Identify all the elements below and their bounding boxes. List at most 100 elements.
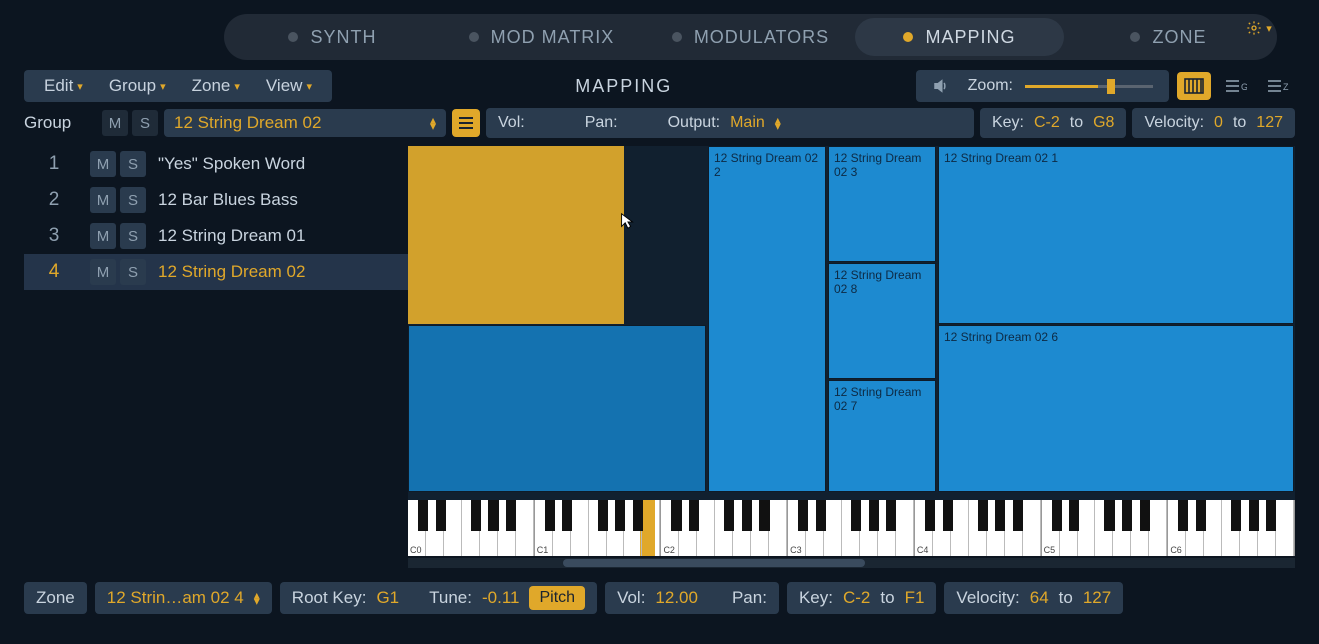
- group-output-value[interactable]: Main: [730, 114, 765, 132]
- dot-icon: [1130, 32, 1140, 42]
- group-selector[interactable]: 12 String Dream 02 ▴▾: [164, 109, 446, 137]
- zone-region[interactable]: 12 String Dream 02 3: [828, 146, 936, 262]
- to-label: to: [1233, 114, 1246, 132]
- zone-region[interactable]: 12 String Dream 02 1: [938, 146, 1294, 324]
- octave[interactable]: C1: [535, 500, 662, 556]
- row-name: "Yes" Spoken Word: [152, 154, 305, 174]
- zone-pan-label: Pan:: [732, 588, 767, 608]
- to-label: to: [1059, 588, 1073, 608]
- rootkey-value[interactable]: G1: [376, 588, 399, 608]
- tab-label: MODULATORS: [694, 27, 829, 48]
- menu-label: Group: [109, 76, 156, 96]
- audition-toggle[interactable]: [926, 77, 956, 95]
- octave[interactable]: C2: [661, 500, 788, 556]
- octave-label: C5: [1044, 545, 1056, 555]
- tab-synth[interactable]: SYNTH: [228, 18, 437, 56]
- group-vel-lo[interactable]: 0: [1214, 114, 1223, 132]
- row-solo-button[interactable]: S: [120, 151, 146, 177]
- tab-label: MOD MATRIX: [491, 27, 615, 48]
- octave[interactable]: C0: [408, 500, 535, 556]
- chevron-down-icon: ▾: [306, 80, 312, 93]
- row-number: 3: [24, 225, 84, 247]
- group-list: 1MS"Yes" Spoken Word2MS12 Bar Blues Bass…: [24, 146, 408, 568]
- dot-icon: [288, 32, 298, 42]
- group-vol-label: Vol:: [498, 114, 525, 132]
- view-mode-group[interactable]: G: [1219, 72, 1253, 100]
- row-solo-button[interactable]: S: [120, 259, 146, 285]
- zone-region[interactable]: 12 String Dream 02 6: [938, 325, 1294, 492]
- group-row[interactable]: 2MS12 Bar Blues Bass: [24, 182, 408, 218]
- zone-vol-value[interactable]: 12.00: [655, 588, 698, 608]
- horizontal-scrollbar[interactable]: [408, 558, 1295, 568]
- group-vel-hi[interactable]: 127: [1256, 114, 1283, 132]
- octave-label: C6: [1170, 545, 1182, 555]
- group-menu[interactable]: Group▾: [103, 76, 172, 96]
- group-key-lo[interactable]: C-2: [1034, 114, 1060, 132]
- edit-menu[interactable]: Edit ▾: [38, 76, 89, 96]
- row-mute-button[interactable]: M: [90, 259, 116, 285]
- row-mute-button[interactable]: M: [90, 151, 116, 177]
- zone-vel-hi[interactable]: 127: [1083, 588, 1111, 608]
- row-number: 4: [24, 261, 84, 283]
- zone-name-value: 12 Strin…am 02 4: [107, 588, 244, 608]
- view-menu[interactable]: View▾: [260, 76, 318, 96]
- zone-region[interactable]: 12 String Dream 02 8: [828, 263, 936, 379]
- row-solo-button[interactable]: S: [120, 223, 146, 249]
- zone-vel-label: Velocity:: [956, 588, 1019, 608]
- tab-label: SYNTH: [310, 27, 376, 48]
- group-row[interactable]: 1MS"Yes" Spoken Word: [24, 146, 408, 182]
- gear-icon: [1246, 20, 1262, 36]
- group-key-label: Key:: [992, 114, 1024, 132]
- tab-label: MAPPING: [925, 27, 1015, 48]
- zone-region[interactable]: [408, 325, 706, 492]
- octave[interactable]: C4: [915, 500, 1042, 556]
- group-list-toggle[interactable]: [452, 109, 480, 137]
- section-title: MAPPING: [336, 76, 912, 97]
- zone-menu[interactable]: Zone▾: [186, 76, 246, 96]
- group-row[interactable]: 4MS 12 String Dream 02: [24, 254, 408, 290]
- tune-value[interactable]: -0.11: [482, 588, 520, 608]
- zone-region[interactable]: 12 String Dream 02 2: [708, 146, 826, 492]
- pitch-button[interactable]: Pitch: [529, 586, 585, 610]
- octave[interactable]: C5: [1042, 500, 1169, 556]
- dot-icon: [469, 32, 479, 42]
- zone-map-area[interactable]: 12 String Dream 02 212 String Dream 02 3…: [408, 146, 1295, 500]
- zone-vol-label: Vol:: [617, 588, 645, 608]
- row-number: 2: [24, 189, 84, 211]
- zone-key-lo[interactable]: C-2: [843, 588, 870, 608]
- menu-label: Edit: [44, 76, 73, 96]
- octave-label: C0: [410, 545, 422, 555]
- tab-mapping[interactable]: MAPPING: [855, 18, 1064, 56]
- row-mute-button[interactable]: M: [90, 187, 116, 213]
- tab-modulators[interactable]: MODULATORS: [646, 18, 855, 56]
- zoom-slider[interactable]: [1019, 83, 1159, 89]
- zone-vel-lo[interactable]: 64: [1030, 588, 1049, 608]
- group-pan-label: Pan:: [585, 114, 618, 132]
- group-key-hi[interactable]: G8: [1093, 114, 1114, 132]
- octave[interactable]: C3: [788, 500, 915, 556]
- row-solo-button[interactable]: S: [120, 187, 146, 213]
- stepper-icon[interactable]: ▴▾: [775, 117, 781, 129]
- group-row[interactable]: 3MS12 String Dream 01: [24, 218, 408, 254]
- zone-selector[interactable]: 12 Strin…am 02 4 ▴▾: [95, 582, 272, 614]
- view-mode-keyboard[interactable]: [1177, 72, 1211, 100]
- octave[interactable]: C6: [1168, 500, 1295, 556]
- dot-icon: [903, 32, 913, 42]
- chevron-down-icon: ▾: [234, 80, 240, 93]
- dot-icon: [672, 32, 682, 42]
- zone-region[interactable]: 12 String Dream 02 7: [828, 380, 936, 492]
- stepper-icon: ▴▾: [430, 117, 436, 129]
- row-name: 12 String Dream 02: [152, 262, 305, 282]
- tab-mod-matrix[interactable]: MOD MATRIX: [437, 18, 646, 56]
- menu-label: Zone: [192, 76, 231, 96]
- row-mute-button[interactable]: M: [90, 223, 116, 249]
- selected-zone-highlight[interactable]: [408, 146, 624, 324]
- group-solo-button[interactable]: S: [132, 110, 158, 136]
- view-mode-zone[interactable]: Z: [1261, 72, 1295, 100]
- zone-label: Zone: [36, 588, 75, 608]
- settings-menu[interactable]: ▾: [1239, 20, 1279, 36]
- group-mute-button[interactable]: M: [102, 110, 128, 136]
- chevron-down-icon: ▾: [77, 80, 83, 93]
- zone-key-hi[interactable]: F1: [905, 588, 925, 608]
- keyboard-ruler[interactable]: C0 C1C2C3C4C5 C6: [408, 500, 1295, 556]
